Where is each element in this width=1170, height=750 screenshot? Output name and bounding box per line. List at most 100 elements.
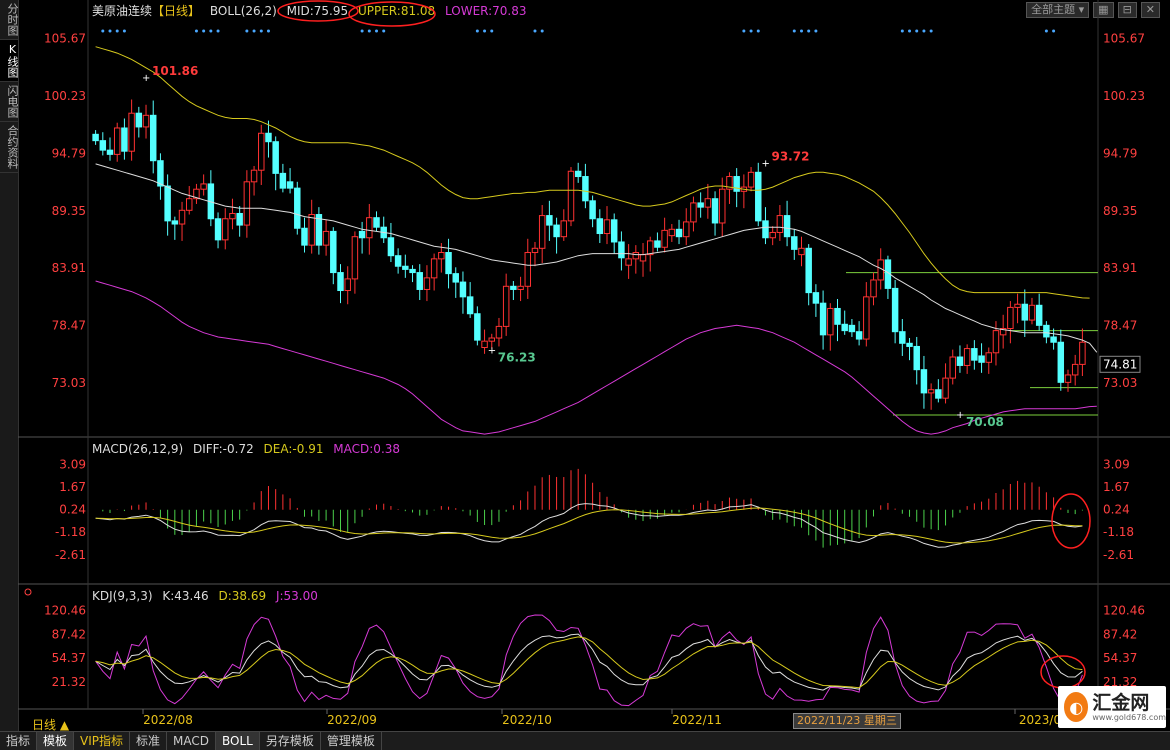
tab-kline[interactable]: K线图	[0, 40, 19, 82]
theme-select[interactable]: 全部主题 ▾	[1026, 2, 1090, 18]
candle-body	[301, 227, 308, 246]
signal-dot	[908, 29, 912, 33]
candle-body	[258, 132, 265, 171]
signal-dot	[540, 29, 544, 33]
boll-upper: UPPER:81.08	[357, 4, 436, 18]
candle-body	[113, 127, 121, 155]
candle-body	[344, 278, 351, 292]
tab-save-template[interactable]: 另存模板	[260, 732, 321, 750]
signal-dot	[259, 29, 263, 33]
kdj-tick-left: 21.32	[52, 675, 86, 689]
logo-url: www.gold678.com	[1092, 712, 1166, 722]
kdj-tick-left: 120.46	[44, 603, 86, 617]
price-tick-right: 78.47	[1103, 319, 1137, 333]
boll-lower: LOWER:70.83	[445, 4, 527, 18]
symbol-name: 美原油连续	[92, 4, 153, 18]
price-tick-left: 105.67	[44, 32, 86, 46]
grid-icon[interactable]: ▦	[1093, 2, 1114, 18]
candle-body	[675, 228, 683, 238]
macd-dea-line	[95, 507, 1083, 544]
candle-body	[315, 214, 323, 246]
candle-body	[783, 215, 791, 238]
candle-body	[214, 218, 222, 241]
candle-body	[387, 237, 395, 257]
candle-body	[380, 226, 387, 239]
candle-body	[279, 172, 287, 189]
signal-dot	[792, 29, 796, 33]
boll-upper-line	[95, 46, 1090, 299]
tab-indicator[interactable]: 指标	[0, 732, 38, 750]
candle-body	[452, 273, 459, 283]
candle-body	[596, 218, 604, 235]
theme-select-label: 全部主题	[1031, 3, 1076, 16]
tab-contract-info[interactable]: 合约资料	[0, 122, 19, 173]
tab-manage-template[interactable]: 管理模板	[321, 732, 382, 750]
tab-timeshare[interactable]: 分时图	[0, 0, 19, 40]
candle-body	[632, 252, 640, 260]
candle-body	[164, 185, 171, 222]
candle-body	[200, 183, 207, 190]
signal-dot	[756, 29, 760, 33]
macd-label[interactable]: MACD(26,12,9)	[92, 442, 183, 456]
kdj-label[interactable]: KDJ(9,3,3)	[92, 589, 153, 603]
bottom-toolbar: 指标 模板 VIP指标 标准 MACD BOLL 另存模板 管理模板	[0, 731, 1170, 750]
candle-body	[870, 279, 877, 298]
kdj-d-line	[95, 636, 1083, 689]
tab-vip-indicator[interactable]: VIP指标	[74, 732, 131, 750]
candle-body	[171, 220, 179, 225]
macd-tick-right: -1.18	[1103, 525, 1134, 539]
pin-icon[interactable]: ⊟	[1117, 2, 1137, 18]
tab-macd[interactable]: MACD	[167, 732, 217, 750]
crosshair-date-tag: 2022/11/23 星期三	[793, 713, 901, 729]
candle-body	[618, 241, 625, 259]
boll-mid: MID:75.95	[286, 4, 349, 18]
candle-body	[1064, 374, 1072, 383]
extremum-label: 76.23	[498, 350, 536, 364]
candle-body	[891, 287, 899, 333]
candle-body	[517, 285, 524, 290]
macd-diff-line	[95, 503, 1083, 548]
boll-lower-line	[95, 280, 1097, 435]
price-tick-left: 94.79	[52, 146, 86, 160]
candle-body	[1007, 306, 1014, 330]
date-tick-label: 2022/08	[143, 713, 193, 727]
price-tick-right: 100.23	[1103, 89, 1145, 103]
candle-body	[805, 247, 812, 294]
chart-canvas[interactable]: 105.67 105.67 100.23 100.23 94.79 94.79 89.35 8…	[0, 0, 1170, 731]
candle-body	[762, 220, 769, 239]
logo-icon: ◐	[1064, 692, 1089, 722]
highlight-oval	[1051, 493, 1091, 549]
candle-body	[553, 224, 560, 238]
kdj-title: KDJ(9,3,3) K:43.46 D:38.69 J:53.00	[92, 589, 324, 603]
candle-body	[819, 302, 827, 336]
tab-template[interactable]: 模板	[37, 732, 75, 750]
candle-body	[510, 285, 517, 290]
candle-body	[416, 272, 423, 290]
candle-body	[625, 258, 632, 266]
candle-body	[1028, 304, 1036, 321]
boll-label[interactable]: BOLL(26,2)	[210, 4, 277, 18]
tab-boll[interactable]: BOLL	[216, 732, 260, 750]
signal-dot	[900, 29, 904, 33]
candle-body	[582, 176, 589, 202]
candle-body	[711, 198, 719, 224]
extremum-label: 101.86	[152, 64, 198, 78]
tab-standard[interactable]: 标准	[130, 732, 168, 750]
price-tick-left: 89.35	[52, 204, 86, 218]
candle-body	[827, 307, 834, 336]
kdj-tick-right: 120.46	[1103, 603, 1145, 617]
tab-flash[interactable]: 闪电图	[0, 82, 19, 122]
candle-body	[531, 247, 539, 254]
price-tick-left: 73.03	[52, 376, 86, 390]
kdj-k-line	[95, 633, 1083, 691]
close-icon[interactable]: ✕	[1140, 2, 1160, 18]
signal-dot	[475, 29, 479, 33]
current-price-label: 74.81	[1103, 357, 1137, 371]
candle-body	[661, 229, 668, 248]
candle-body	[776, 215, 784, 233]
candle-body	[1057, 341, 1065, 383]
signal-dot	[929, 29, 933, 33]
signal-dot	[922, 29, 926, 33]
extremum-label: 93.72	[771, 150, 809, 164]
candle-body	[128, 112, 135, 152]
